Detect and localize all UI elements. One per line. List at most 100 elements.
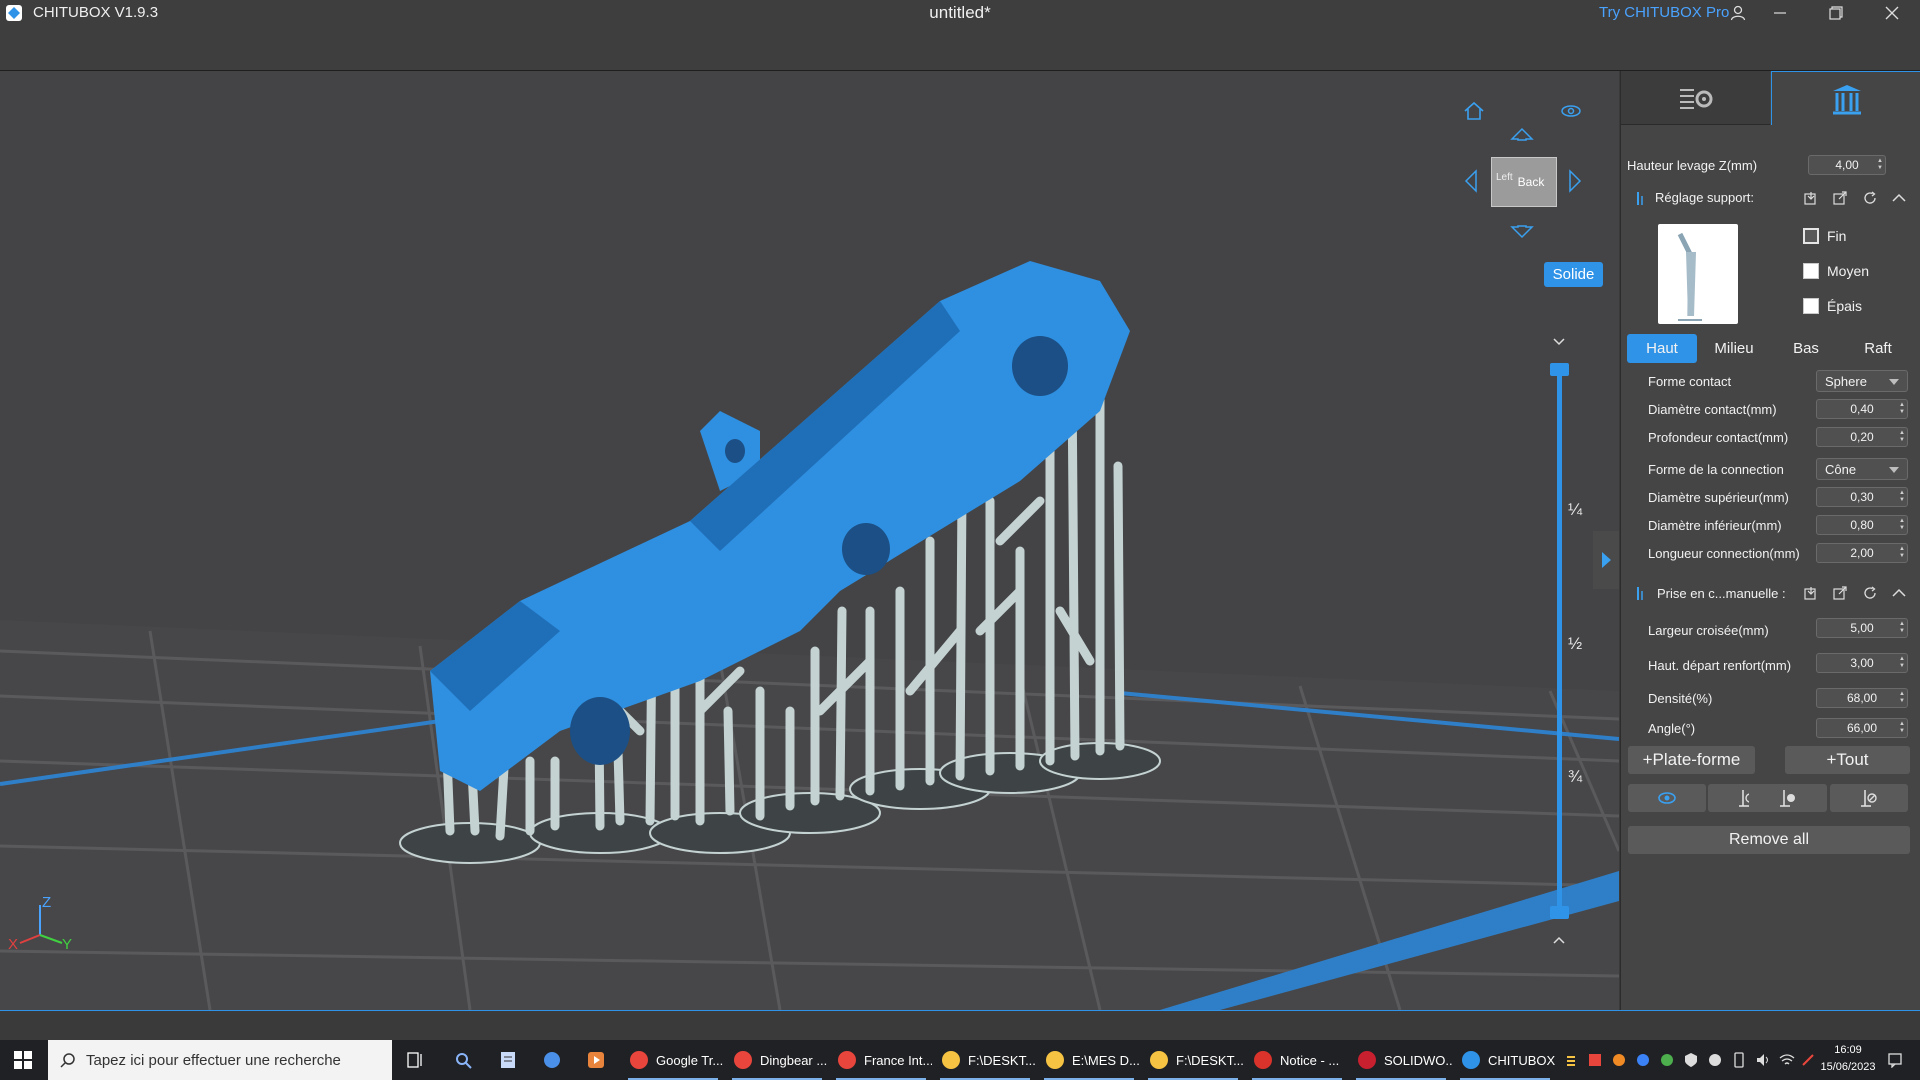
minimize-icon[interactable] xyxy=(1760,0,1800,26)
network-status-tray-icon[interactable] xyxy=(1659,1052,1675,1068)
shield-tray-icon[interactable] xyxy=(1683,1052,1699,1068)
connection-shape-select[interactable]: Cône xyxy=(1816,458,1908,480)
3d-viewport[interactable]: Left Back Solide ¼ ½ ¾ Z X Y xyxy=(0,71,1619,1010)
taskbar-app-button[interactable]: F:\DESKT... xyxy=(1142,1040,1244,1080)
density-epais-checkbox[interactable]: Épais xyxy=(1803,295,1862,317)
slider-expand-icon[interactable] xyxy=(1548,931,1570,949)
add-all-button[interactable]: +Tout xyxy=(1785,746,1910,774)
view-cube-side-label: Left xyxy=(1496,172,1513,183)
taskbar-app-button[interactable]: E:\MES D... xyxy=(1038,1040,1140,1080)
subtab-milieu[interactable]: Milieu xyxy=(1699,334,1769,363)
density-fin-checkbox[interactable]: Fin xyxy=(1803,225,1846,247)
taskbar-app-button[interactable]: Notice - ... xyxy=(1246,1040,1348,1080)
eye-icon[interactable] xyxy=(1555,95,1587,127)
system-clock[interactable]: 16:09 15/06/2023 xyxy=(1818,1042,1878,1076)
messaging-app-icon[interactable] xyxy=(530,1040,574,1080)
checkbox-moyen[interactable] xyxy=(1803,263,1819,279)
collapse-section-icon[interactable] xyxy=(1888,582,1910,604)
checkbox-fin[interactable] xyxy=(1803,228,1819,244)
layer-slider-top-handle[interactable] xyxy=(1550,363,1569,376)
close-icon[interactable] xyxy=(1872,0,1912,26)
security-tray-icon[interactable] xyxy=(1707,1052,1723,1068)
panel-toggle-button[interactable] xyxy=(1593,531,1619,589)
connection-shape-value: Cône xyxy=(1825,461,1857,477)
upper-diameter-label: Diamètre supérieur(mm) xyxy=(1648,490,1789,505)
export-icon[interactable] xyxy=(1829,582,1851,604)
power-tray-icon[interactable] xyxy=(1800,1052,1816,1068)
dropbox-tray-icon[interactable] xyxy=(1587,1052,1603,1068)
import-icon[interactable] xyxy=(1800,582,1822,604)
reinforce-start-input[interactable]: 3,00 ▲ ▼ xyxy=(1816,653,1908,673)
lift-height-input[interactable]: 4,00 ▲ ▼ xyxy=(1808,155,1886,175)
title-bar: CHITUBOX V1.9.3 untitled* Try CHITUBOX P… xyxy=(0,0,1920,71)
magnifier-app-icon[interactable] xyxy=(441,1040,485,1080)
taskbar-app-button[interactable]: France Int... xyxy=(830,1040,932,1080)
tab-supports[interactable] xyxy=(1771,71,1920,125)
density-moyen-checkbox[interactable]: Moyen xyxy=(1803,260,1869,282)
collapse-section-icon[interactable] xyxy=(1888,187,1910,209)
angle-value: 66,00 xyxy=(1846,721,1878,735)
subtab-haut[interactable]: Haut xyxy=(1627,334,1697,363)
angle-input[interactable]: 66,00 ▲ ▼ xyxy=(1816,718,1908,738)
home-icon[interactable] xyxy=(1458,95,1490,127)
taskbar-app-button[interactable]: CHITUBOX xyxy=(1454,1040,1556,1080)
layer-slider-track[interactable] xyxy=(1557,368,1562,916)
windows-taskbar: Tapez ici pour effectuer une recherche G… xyxy=(0,1040,1920,1080)
slider-collapse-icon[interactable] xyxy=(1548,333,1570,351)
subtab-raft[interactable]: Raft xyxy=(1843,334,1913,363)
add-platform-button[interactable]: +Plate-forme xyxy=(1628,746,1755,774)
cross-width-input[interactable]: 5,00 ▲ ▼ xyxy=(1816,618,1908,638)
upper-diameter-input[interactable]: 0,30 ▲ ▼ xyxy=(1816,487,1908,507)
connection-shape-label: Forme de la connection xyxy=(1648,462,1784,477)
tab-print-settings[interactable] xyxy=(1621,71,1770,125)
layer-slider-bottom-handle[interactable] xyxy=(1550,906,1569,919)
notification-center-icon[interactable] xyxy=(1887,1052,1903,1068)
reset-icon[interactable] xyxy=(1859,187,1881,209)
user-icon[interactable] xyxy=(1718,0,1758,26)
import-icon[interactable] xyxy=(1800,187,1822,209)
checkbox-epais[interactable] xyxy=(1803,298,1819,314)
volume-icon[interactable] xyxy=(1755,1052,1771,1068)
connection-length-input[interactable]: 2,00 ▲ ▼ xyxy=(1816,543,1908,563)
app-icon xyxy=(630,1051,648,1069)
windows-start-icon[interactable] xyxy=(0,1040,46,1080)
axis-gizmo: Z X Y xyxy=(8,894,72,953)
wifi-icon[interactable] xyxy=(1779,1052,1795,1068)
taskbar-app-button[interactable]: SOLIDWO... xyxy=(1350,1040,1452,1080)
lower-diameter-input[interactable]: 0,80 ▲ ▼ xyxy=(1816,515,1908,535)
media-app-icon[interactable] xyxy=(574,1040,618,1080)
remove-support-button[interactable] xyxy=(1830,784,1908,812)
chitubox-logo-icon xyxy=(6,5,22,21)
subtab-bas[interactable]: Bas xyxy=(1771,334,1841,363)
contact-diameter-input[interactable]: 0,40 ▲ ▼ xyxy=(1816,399,1908,419)
taskbar-search-input[interactable]: Tapez ici pour effectuer une recherche xyxy=(48,1040,392,1080)
remove-all-button[interactable]: Remove all xyxy=(1628,826,1910,854)
export-icon[interactable] xyxy=(1829,187,1851,209)
lift-height-value: 4,00 xyxy=(1835,158,1859,172)
render-mode-button[interactable]: Solide xyxy=(1544,262,1603,287)
edit-support-button[interactable] xyxy=(1749,784,1827,812)
app-icon xyxy=(1358,1051,1376,1069)
show-supports-button[interactable] xyxy=(1628,784,1706,812)
taskbar-app-button[interactable]: Dingbear ... xyxy=(726,1040,828,1080)
app-tray-icon[interactable] xyxy=(1635,1052,1651,1068)
taskbar-app-button[interactable]: F:\DESKT... xyxy=(934,1040,1036,1080)
phone-tray-icon[interactable] xyxy=(1731,1052,1747,1068)
notepad-app-icon[interactable] xyxy=(486,1040,530,1080)
view-cube[interactable]: Left Back xyxy=(1491,157,1557,207)
arrow-down-icon[interactable] xyxy=(1506,217,1538,249)
contact-depth-input[interactable]: 0,20 ▲ ▼ xyxy=(1816,427,1908,447)
density-input[interactable]: 68,00 ▲ ▼ xyxy=(1816,688,1908,708)
maximize-icon[interactable] xyxy=(1816,0,1856,26)
arrow-right-icon[interactable] xyxy=(1560,165,1592,197)
contact-shape-select[interactable]: Sphere xyxy=(1816,370,1908,392)
reset-icon[interactable] xyxy=(1859,582,1881,604)
antivirus-tray-icon[interactable] xyxy=(1611,1052,1627,1068)
try-pro-link[interactable]: Try CHITUBOX Pro xyxy=(1599,4,1729,21)
task-view-icon[interactable] xyxy=(394,1040,438,1080)
settings-gear-icon xyxy=(1679,88,1712,109)
taskbar-app-button[interactable]: Google Tr... xyxy=(622,1040,724,1080)
arrow-up-icon[interactable] xyxy=(1506,117,1538,149)
arrow-left-icon[interactable] xyxy=(1454,165,1486,197)
tray-overflow-icon[interactable] xyxy=(1563,1052,1579,1068)
